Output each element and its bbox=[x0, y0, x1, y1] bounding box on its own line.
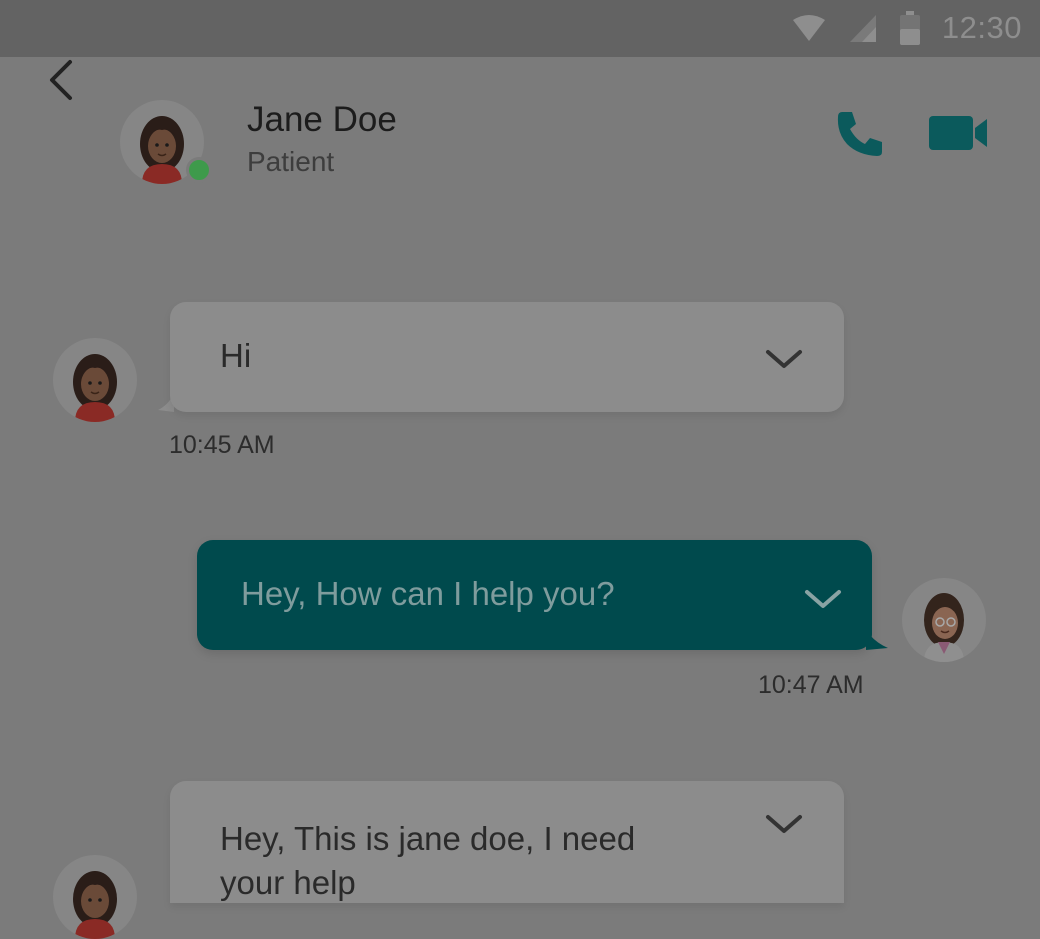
bubble-tail bbox=[866, 630, 888, 650]
message-text: Hi bbox=[220, 337, 252, 374]
chevron-down-icon[interactable] bbox=[803, 586, 843, 612]
chevron-down-icon[interactable] bbox=[764, 811, 804, 837]
message-bubble-incoming[interactable]: Hi bbox=[170, 302, 844, 412]
message-text-line: your help bbox=[220, 864, 356, 901]
contact-name: Jane Doe bbox=[247, 100, 397, 139]
doctor-avatar bbox=[902, 578, 986, 662]
message-timestamp: 10:47 AM bbox=[758, 671, 864, 699]
battery-icon bbox=[899, 11, 920, 45]
contact-role: Patient bbox=[247, 146, 335, 177]
video-icon[interactable] bbox=[927, 114, 989, 152]
signal-icon bbox=[849, 15, 876, 42]
sender-avatar bbox=[53, 338, 137, 422]
message-text-line: Hey, This is jane doe, I need bbox=[220, 820, 636, 857]
sender-avatar bbox=[53, 855, 137, 939]
chevron-down-icon[interactable] bbox=[764, 346, 804, 372]
status-bar: 12:30 bbox=[0, 0, 1040, 57]
message-bubble-incoming[interactable]: Hey, This is jane doe, I need your help bbox=[170, 781, 844, 903]
phone-icon[interactable] bbox=[834, 108, 886, 160]
status-time: 12:30 bbox=[941, 10, 1022, 45]
online-status-dot bbox=[186, 157, 212, 183]
message-bubble-outgoing[interactable]: Hey, How can I help you? bbox=[197, 540, 872, 650]
wifi-icon bbox=[792, 15, 825, 41]
message-text: Hey, How can I help you? bbox=[241, 575, 615, 612]
back-icon[interactable] bbox=[42, 58, 82, 102]
message-timestamp: 10:45 AM bbox=[169, 431, 275, 459]
status-icons: 12:30 bbox=[792, 8, 1022, 48]
